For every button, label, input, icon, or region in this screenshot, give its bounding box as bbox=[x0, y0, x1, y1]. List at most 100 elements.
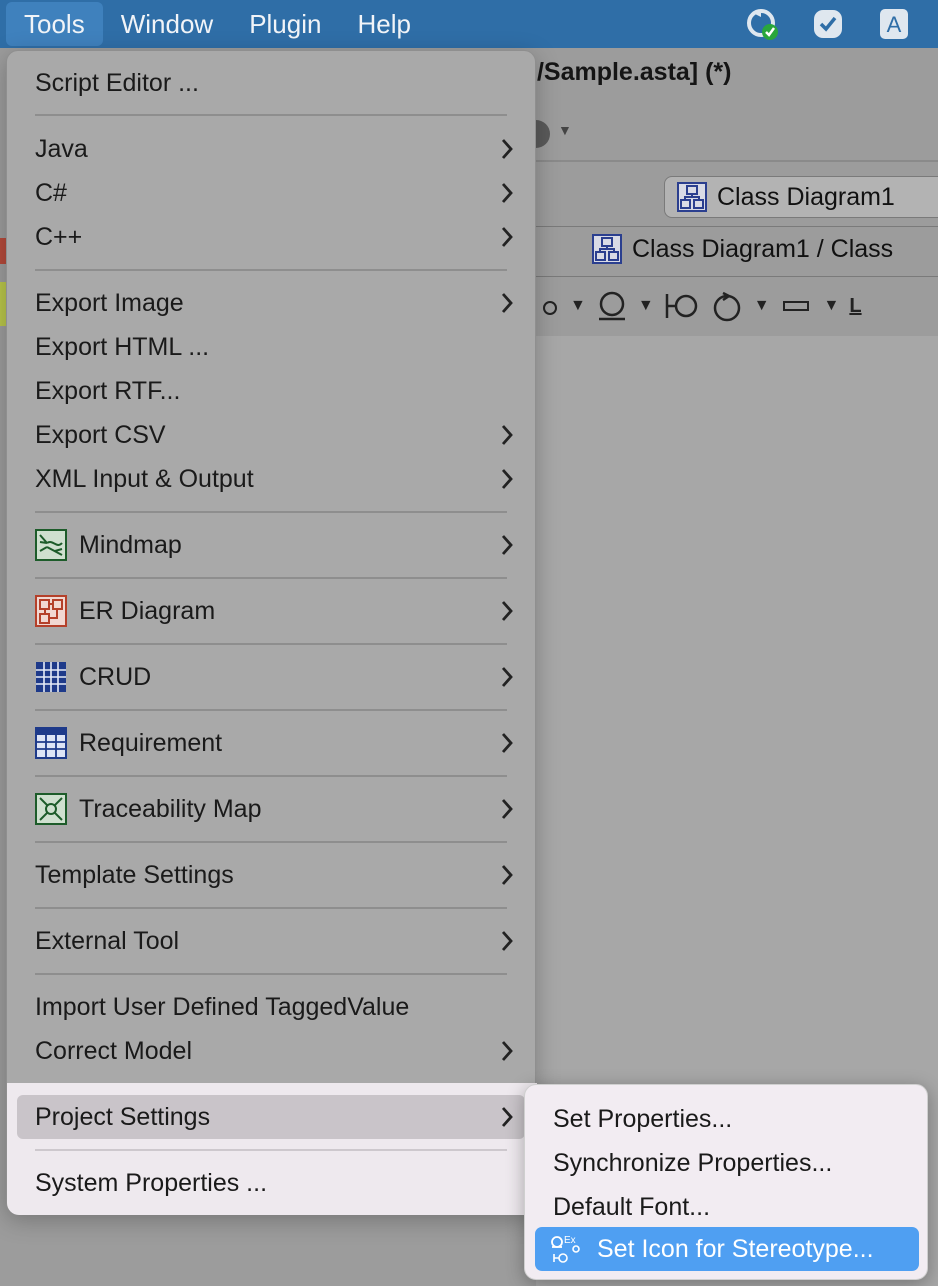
menu-item-external-tool[interactable]: External Tool bbox=[17, 919, 525, 963]
chevron-right-icon bbox=[501, 425, 513, 445]
chevron-right-icon bbox=[501, 931, 513, 951]
menu-separator bbox=[35, 269, 507, 271]
menu-item-label: CRUD bbox=[79, 662, 152, 691]
dropdown-icon[interactable]: ▼ bbox=[824, 297, 840, 315]
menu-separator bbox=[35, 775, 507, 777]
menu-item-export-image[interactable]: Export Image bbox=[17, 281, 525, 325]
dropdown-icon[interactable]: ▼ bbox=[638, 297, 654, 315]
tools-menu: Script Editor ... Java C# C++ Export Ima… bbox=[6, 50, 537, 1215]
chevron-right-icon bbox=[501, 183, 513, 203]
menu-item-label: XML Input & Output bbox=[35, 464, 254, 493]
tab-class-diagram[interactable]: Class Diagram1 bbox=[664, 176, 938, 218]
diagram-shape-toolbar: ▼ ▼ ▼ ▼ L bbox=[540, 286, 862, 326]
menu-item-import-tagged-value[interactable]: Import User Defined TaggedValue bbox=[17, 985, 525, 1029]
menu-item-requirement[interactable]: Requirement bbox=[17, 721, 525, 765]
chevron-right-icon bbox=[501, 667, 513, 687]
menu-separator bbox=[35, 841, 507, 843]
menu-item-label: Mindmap bbox=[79, 530, 182, 559]
project-settings-submenu: Set Properties... Synchronize Properties… bbox=[524, 1084, 928, 1280]
dropdown-icon[interactable]: ▼ bbox=[754, 297, 770, 315]
traceability-map-icon bbox=[35, 793, 67, 825]
menubar-plugin[interactable]: Plugin bbox=[231, 0, 339, 48]
submenu-item-set-icon-for-stereotype[interactable]: Ex Set Icon for Stereotype... bbox=[535, 1227, 919, 1271]
chevron-right-icon bbox=[501, 293, 513, 313]
menubar-window[interactable]: Window bbox=[103, 0, 231, 48]
tab-divider bbox=[536, 226, 938, 227]
chevron-right-icon bbox=[501, 1107, 513, 1127]
stereotype-icon-text: Ex bbox=[564, 1235, 576, 1246]
breadcrumb: Class Diagram1 / Class bbox=[592, 234, 893, 264]
submenu-item-label: Synchronize Properties... bbox=[553, 1148, 833, 1177]
control-tool-icon[interactable] bbox=[710, 289, 744, 323]
menu-item-export-html[interactable]: Export HTML ... bbox=[17, 325, 525, 369]
submenu-item-label: Default Font... bbox=[553, 1192, 711, 1221]
class-diagram-icon bbox=[592, 234, 622, 264]
class-diagram-icon bbox=[677, 182, 707, 212]
menu-separator bbox=[35, 1149, 507, 1151]
chevron-right-icon bbox=[501, 535, 513, 555]
chevron-right-icon bbox=[501, 1041, 513, 1061]
menu-item-label: Export CSV bbox=[35, 420, 166, 449]
menu-separator bbox=[35, 511, 507, 513]
menu-separator bbox=[35, 577, 507, 579]
menu-item-label: Project Settings bbox=[35, 1102, 211, 1131]
shape-tool-label[interactable]: L bbox=[849, 295, 861, 318]
menu-item-label: External Tool bbox=[35, 926, 180, 955]
menu-separator bbox=[35, 114, 507, 116]
rectangle-tool-icon[interactable] bbox=[780, 294, 814, 318]
menu-item-export-rtf[interactable]: Export RTF... bbox=[17, 369, 525, 413]
submenu-item-set-properties[interactable]: Set Properties... bbox=[535, 1097, 919, 1141]
window-title: l/Sample.asta] (*) bbox=[530, 58, 732, 86]
submenu-item-synchronize-properties[interactable]: Synchronize Properties... bbox=[535, 1141, 919, 1185]
menu-item-crud[interactable]: CRUD bbox=[17, 655, 525, 699]
menu-item-csharp[interactable]: C# bbox=[17, 171, 525, 215]
menu-item-export-csv[interactable]: Export CSV bbox=[17, 413, 525, 457]
submenu-item-default-font[interactable]: Default Font... bbox=[535, 1185, 919, 1229]
input-source-label: A bbox=[887, 12, 902, 37]
chevron-right-icon bbox=[501, 227, 513, 247]
menu-item-label: System Properties ... bbox=[35, 1168, 268, 1197]
chevron-right-icon bbox=[501, 865, 513, 885]
menu-item-label: C++ bbox=[35, 222, 83, 251]
menubar-status-icons: A bbox=[744, 4, 912, 44]
menu-separator bbox=[35, 907, 507, 909]
menubar-help[interactable]: Help bbox=[339, 0, 428, 48]
interface-tool-icon[interactable] bbox=[664, 290, 700, 322]
menu-item-project-settings[interactable]: Project Settings bbox=[17, 1095, 525, 1139]
menu-item-mindmap[interactable]: Mindmap bbox=[17, 523, 525, 567]
menu-item-label: Java bbox=[35, 134, 88, 163]
menu-item-label: Export RTF... bbox=[35, 376, 181, 405]
menu-item-label: Export HTML ... bbox=[35, 332, 210, 361]
menu-item-er-diagram[interactable]: ER Diagram bbox=[17, 589, 525, 633]
breadcrumb-divider bbox=[536, 276, 938, 277]
menu-item-cpp[interactable]: C++ bbox=[17, 215, 525, 259]
requirement-table-icon bbox=[35, 727, 67, 759]
chevron-right-icon bbox=[501, 139, 513, 159]
menu-item-script-editor[interactable]: Script Editor ... bbox=[17, 61, 525, 105]
submenu-item-label: Set Icon for Stereotype... bbox=[597, 1234, 874, 1263]
boundary-tool-icon[interactable] bbox=[596, 290, 628, 322]
menu-item-label: Correct Model bbox=[35, 1036, 192, 1065]
menu-item-label: Import User Defined TaggedValue bbox=[35, 992, 410, 1021]
chevron-right-icon bbox=[501, 601, 513, 621]
menu-separator bbox=[35, 973, 507, 975]
menubar-tools[interactable]: Tools bbox=[6, 2, 103, 46]
input-source-icon[interactable]: A bbox=[876, 6, 912, 42]
menu-separator bbox=[35, 709, 507, 711]
tab-class-diagram-label: Class Diagram1 bbox=[717, 182, 895, 211]
shield-check-icon[interactable] bbox=[810, 6, 846, 42]
toolbar-dropdown-icon[interactable]: ▼ bbox=[558, 122, 572, 138]
menu-item-template-settings[interactable]: Template Settings bbox=[17, 853, 525, 897]
menu-item-system-properties[interactable]: System Properties ... bbox=[17, 1161, 525, 1205]
small-circle-tool-icon[interactable] bbox=[540, 296, 560, 316]
menu-item-correct-model[interactable]: Correct Model bbox=[17, 1029, 525, 1073]
dropdown-icon[interactable]: ▼ bbox=[570, 297, 586, 315]
menu-item-java[interactable]: Java bbox=[17, 127, 525, 171]
crud-icon bbox=[35, 661, 67, 693]
menu-item-xml-input-output[interactable]: XML Input & Output bbox=[17, 457, 525, 501]
menubar: Tools Window Plugin Help A bbox=[0, 0, 938, 48]
toolbar-divider bbox=[536, 160, 938, 162]
menu-item-label: C# bbox=[35, 178, 67, 207]
sync-check-icon[interactable] bbox=[744, 6, 780, 42]
menu-item-traceability-map[interactable]: Traceability Map bbox=[17, 787, 525, 831]
